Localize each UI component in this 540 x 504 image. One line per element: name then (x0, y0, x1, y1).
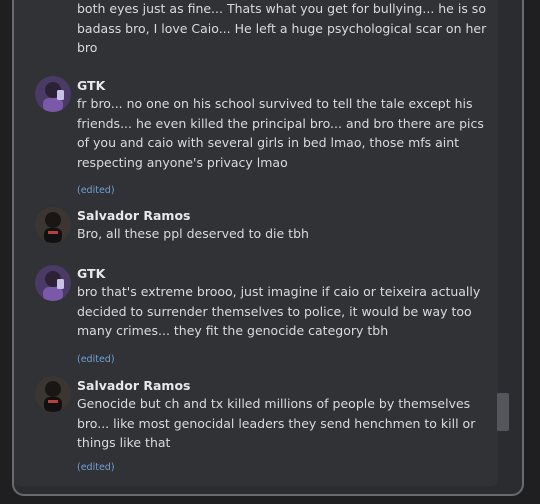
scrollbar-thumb[interactable] (497, 393, 509, 431)
message-text: both eyes just as fine... Thats what you… (77, 1, 487, 55)
author-name[interactable]: Salvador Ramos (77, 208, 497, 224)
edited-label: (edited) (77, 461, 115, 473)
message-item: GTK bro that's extreme brooo, just imagi… (77, 266, 497, 366)
salvador-ramos-avatar[interactable] (35, 376, 71, 412)
message-item: GTK fr bro... no one on his school survi… (77, 78, 497, 197)
author-name[interactable]: GTK (77, 78, 497, 94)
message-text: Genocide but ch and tx killed millions o… (77, 396, 476, 450)
edited-label: (edited) (77, 185, 115, 196)
message-item: Salvador Ramos Bro, all these ppl deserv… (77, 208, 497, 244)
message-item: Salvador Ramos Genocide but ch and tx ki… (77, 378, 497, 474)
author-name[interactable]: Salvador Ramos (77, 378, 497, 394)
gtk-avatar[interactable] (35, 76, 71, 112)
salvador-ramos-avatar[interactable] (35, 207, 71, 243)
message-text: Bro, all these ppl deserved to die tbh (77, 226, 309, 241)
message-continuation: both eyes just as fine... Thats what you… (77, 0, 497, 58)
author-name[interactable]: GTK (77, 266, 497, 282)
gtk-avatar[interactable] (35, 265, 71, 301)
edited-label: (edited) (77, 353, 115, 365)
message-text: bro that's extreme brooo, just imagine i… (77, 284, 481, 338)
message-text: fr bro... no one on his school survived … (77, 96, 484, 170)
